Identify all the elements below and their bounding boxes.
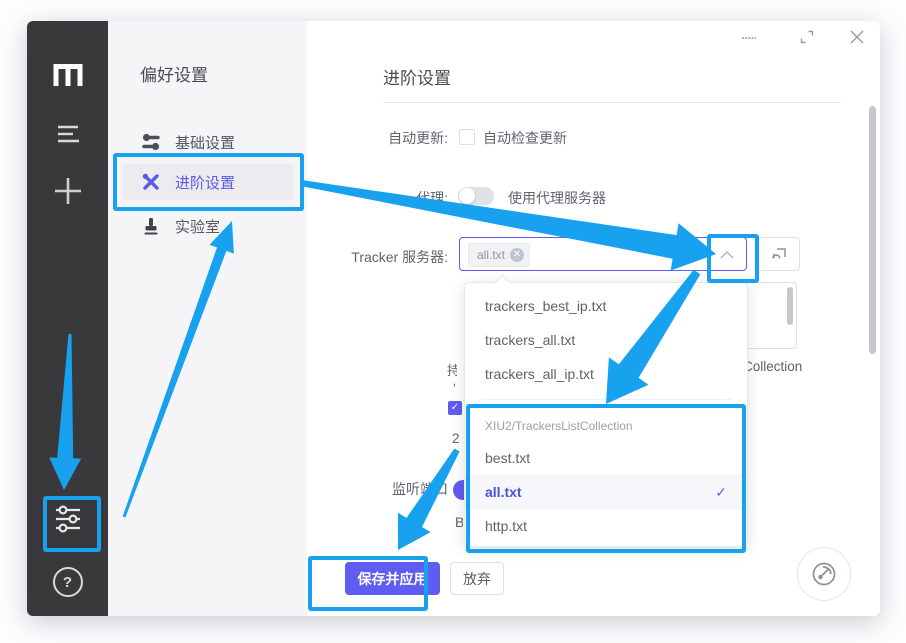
textarea-scrollbar[interactable] <box>787 287 793 325</box>
listen-port-label: 监听端口 <box>253 479 448 499</box>
lab-stamp-icon <box>142 217 160 235</box>
tracker-tag-label: all.txt <box>477 248 505 262</box>
preferences-sliders-icon[interactable] <box>27 505 108 533</box>
app-logo <box>27 63 108 87</box>
dropdown-item-selected[interactable]: all.txt ✓ <box>465 475 747 509</box>
proxy-toggle[interactable] <box>458 187 494 205</box>
dropdown-item[interactable]: trackers_all.txt <box>465 323 747 357</box>
icon-rail: ? <box>27 21 108 616</box>
dropdown-item[interactable]: best.txt <box>465 441 747 475</box>
annotated-screenshot: ? 偏好设置 基础设置 进阶设置 <box>0 0 906 643</box>
tools-icon <box>142 173 160 191</box>
toggle-knob <box>459 188 475 204</box>
check-icon: ✓ <box>715 475 727 509</box>
dropdown-item[interactable]: trackers_all_ip.txt <box>465 357 747 391</box>
speedometer-fab[interactable] <box>797 547 851 601</box>
title-divider <box>383 102 841 103</box>
sync-trackers-button[interactable] <box>758 237 800 271</box>
auto-update-label: 自动更新: <box>308 128 448 148</box>
window-scrollbar[interactable] <box>869 106 876 354</box>
tracker-label: Tracker 服务器: <box>308 247 448 267</box>
sidebar-item-lab[interactable]: 实验室 <box>122 208 294 244</box>
help-icon[interactable]: ? <box>27 567 108 597</box>
tag-close-icon[interactable]: ✕ <box>510 248 524 262</box>
proxy-label: 代理: <box>308 188 448 208</box>
toggles-icon <box>142 133 160 151</box>
sync-interval-checkbox[interactable]: ✓ <box>448 401 462 415</box>
dropdown-group-label: XIU2/TrackersListCollection <box>465 411 747 441</box>
dropdown-item[interactable]: trackers_best_ip.txt <box>465 289 747 323</box>
bt-text-fragment: B <box>455 514 463 530</box>
dropdown-item-label: all.txt <box>485 484 522 500</box>
preferences-title: 偏好设置 <box>140 61 208 86</box>
close-icon[interactable] <box>849 29 865 45</box>
dropdown-caret <box>495 275 511 291</box>
auto-update-checkbox-label[interactable]: 自动检查更新 <box>483 128 567 148</box>
discard-button[interactable]: 放弃 <box>450 562 504 595</box>
tracker-select[interactable]: all.txt ✕ <box>459 237 747 271</box>
speedometer-icon <box>809 559 839 589</box>
add-task-icon[interactable] <box>27 176 108 206</box>
dropdown-divider <box>481 399 731 400</box>
dropdown-item[interactable]: http.txt <box>465 509 747 543</box>
maximize-button[interactable] <box>799 29 815 45</box>
page-title: 进阶设置 <box>383 64 451 89</box>
tracker-tag: all.txt ✕ <box>468 243 530 267</box>
sync-icon <box>771 246 788 262</box>
sidebar-item-advanced[interactable]: 进阶设置 <box>122 164 294 200</box>
minimize-button[interactable] <box>741 30 757 46</box>
helper-text-fragment: Collection <box>743 359 803 374</box>
interval-text-fragment: 2 <box>452 431 464 446</box>
task-list-icon[interactable] <box>27 124 108 144</box>
proxy-toggle-label: 使用代理服务器 <box>508 188 606 208</box>
help-glyph: ? <box>53 567 83 597</box>
auto-update-checkbox[interactable] <box>459 129 475 145</box>
chevron-up-icon[interactable] <box>720 251 734 259</box>
sidebar-item-label: 基础设置 <box>175 132 235 153</box>
helper-text-fragment: 〈 <box>446 375 455 394</box>
tracker-dropdown: trackers_best_ip.txt trackers_all.txt tr… <box>464 282 748 547</box>
motrix-logo-icon <box>53 63 83 87</box>
sidebar-item-label: 进阶设置 <box>175 172 235 193</box>
sidebar-item-label: 实验室 <box>175 216 220 237</box>
save-button[interactable]: 保存并应用 <box>345 562 440 595</box>
app-window: ? 偏好设置 基础设置 进阶设置 <box>27 21 880 616</box>
preferences-sidebar: 偏好设置 基础设置 进阶设置 <box>108 21 307 616</box>
sidebar-item-basic[interactable]: 基础设置 <box>122 124 294 160</box>
